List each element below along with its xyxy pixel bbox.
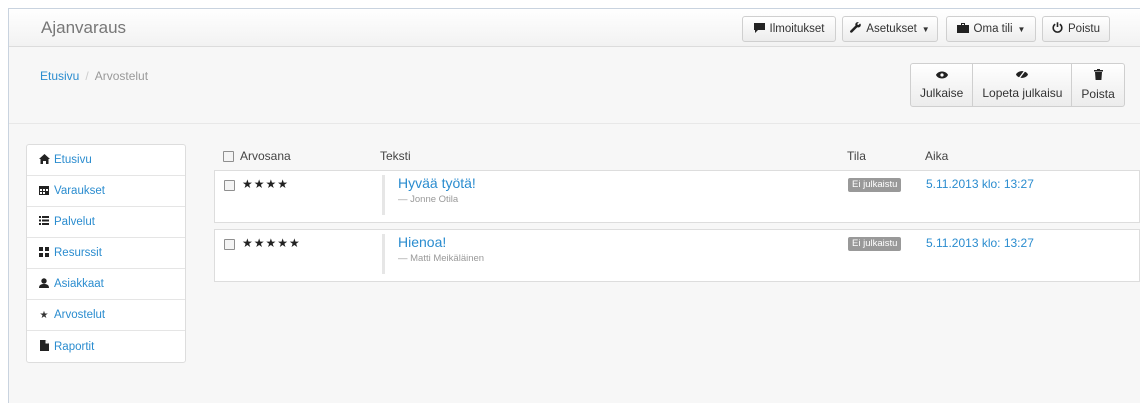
file-icon [39,339,49,354]
publish-button[interactable]: Julkaise [911,64,974,106]
rating-stars: ★★★★★ [242,236,301,250]
eye-slash-icon [1016,70,1029,83]
sidebar-item-label: Asiakkaat [54,278,104,290]
breadcrumb-home-link[interactable]: Etusivu [40,69,79,83]
trash-icon [1093,69,1103,84]
breadcrumb-separator: / [85,69,89,83]
comment-icon [753,22,765,36]
notifications-label: Ilmoitukset [769,23,825,35]
rating-stars: ★★★★ [242,177,290,191]
header-rating[interactable]: Arvosana [240,149,291,163]
row-checkbox[interactable] [224,239,235,250]
star-icon: ★ [39,309,49,321]
account-button[interactable]: Oma tili ▼ [946,16,1036,42]
home-icon [39,153,50,167]
sidebar-item-label: Raportit [54,340,95,353]
review-author: — Matti Meikäläinen [398,253,485,264]
settings-label: Asetukset [866,23,917,35]
chevron-down-icon: ▼ [921,24,930,34]
unpublish-button[interactable]: Lopeta julkaisu [973,64,1073,106]
sidebar-item-label: Palvelut [54,216,95,228]
table-row[interactable]: ★★★★★ Hienoa! — Matti Meikäläinen Ei jul… [214,229,1140,282]
sidebar-item-arvostelut[interactable]: ★ Arvostelut [27,300,185,331]
wrench-icon [850,22,862,36]
sidebar-item-label: Etusivu [54,154,92,166]
header-divider [9,123,1140,124]
sidebar-item-label: Varaukset [54,185,105,197]
review-text: Hyvää työtä! — Jonne Otila [382,175,476,215]
power-icon [1052,22,1063,36]
table-header: Arvosana Teksti Tila Aika [214,147,1140,167]
sidebar-item-varaukset[interactable]: Varaukset [27,176,185,207]
calendar-icon [39,185,49,198]
eye-icon [935,71,948,83]
review-time[interactable]: 5.11.2013 klo: 13:27 [926,236,1034,250]
review-title[interactable]: Hienoa! [398,234,484,251]
publish-label: Julkaise [920,85,964,100]
notifications-button[interactable]: Ilmoitukset [742,16,836,42]
status-badge: Ei julkaistu [848,178,902,192]
list-icon [39,216,49,228]
account-label: Oma tili [973,23,1013,35]
grid-icon [39,246,49,260]
header-text[interactable]: Teksti [380,149,411,163]
breadcrumb-current: Arvostelut [94,69,149,83]
user-icon [39,277,49,291]
table-row[interactable]: ★★★★ Hyvää työtä! — Jonne Otila Ei julka… [214,170,1140,223]
review-text: Hienoa! — Matti Meikäläinen [382,234,484,274]
sidebar-item-palvelut[interactable]: Palvelut [27,207,185,238]
review-title[interactable]: Hyvää työtä! [398,175,476,192]
briefcase-icon [956,22,969,36]
app-frame: Ajanvaraus Ilmoitukset Asetukset ▼ Oma t… [8,8,1140,403]
status-badge: Ei julkaistu [848,237,902,251]
sidebar-item-etusivu[interactable]: Etusivu [27,145,185,176]
breadcrumb: Etusivu / Arvostelut [40,69,148,83]
sidebar-item-raportit[interactable]: Raportit [27,331,185,362]
unpublish-label: Lopeta julkaisu [982,86,1063,100]
sidebar-item-resurssit[interactable]: Resurssit [27,238,185,269]
chevron-down-icon: ▼ [1017,24,1026,34]
logout-label: Poistu [1068,23,1100,35]
row-checkbox[interactable] [224,180,235,191]
delete-label: Poista [1081,87,1115,101]
sidebar: Etusivu Varaukset Palvelut Resurssit Asi… [26,144,186,363]
review-actions: Julkaise Lopeta julkaisu Poista [910,63,1125,107]
delete-button[interactable]: Poista [1072,64,1123,106]
sidebar-item-label: Resurssit [54,247,102,259]
header-time[interactable]: Aika [925,149,948,163]
navbar: Ajanvaraus Ilmoitukset Asetukset ▼ Oma t… [9,9,1140,47]
sidebar-item-label: Arvostelut [54,309,106,321]
brand-title[interactable]: Ajanvaraus [41,18,126,38]
review-time[interactable]: 5.11.2013 klo: 13:27 [926,177,1034,191]
settings-button[interactable]: Asetukset ▼ [842,16,938,42]
sidebar-item-asiakkaat[interactable]: Asiakkaat [27,269,185,300]
review-author: — Jonne Otila [398,194,459,205]
header-status[interactable]: Tila [847,149,866,163]
logout-button[interactable]: Poistu [1042,16,1110,42]
